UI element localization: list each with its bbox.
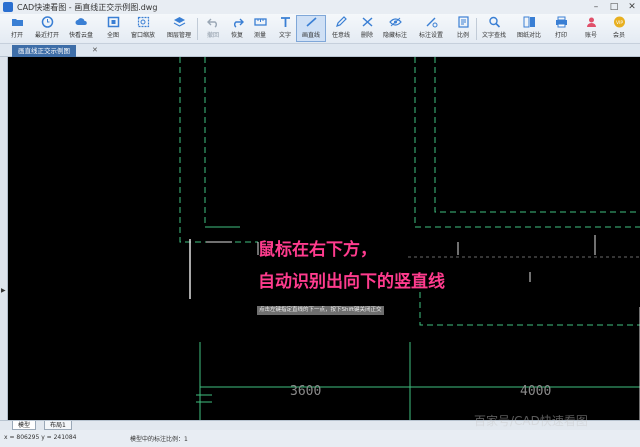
svg-text:VIP: VIP: [615, 20, 622, 26]
close-icon[interactable]: ✕: [92, 46, 98, 54]
main-toolbar: 打开 最近打开 快看云盘 全图 窗口缩放 图层管理 撤回 恢复 测量 文字 画直…: [0, 14, 640, 44]
compare-button[interactable]: 图纸对比: [514, 16, 544, 39]
text-search-button[interactable]: 文字查找: [479, 16, 509, 39]
close-icon[interactable]: ✕: [626, 1, 638, 12]
search-icon: [488, 16, 500, 28]
title-bar: CAD快速看图 - 画直线正交示例图.dwg – □ ✕: [0, 0, 640, 14]
status-message: 模型中的标注比例：1: [130, 436, 188, 443]
cad-walls: [179, 57, 640, 420]
print-icon: [555, 16, 567, 28]
delete-icon: [362, 17, 372, 27]
scale-icon: [457, 16, 469, 28]
window-zoom-icon: [137, 16, 149, 28]
tab-layout1[interactable]: 布局1: [44, 421, 72, 430]
layers-button[interactable]: 图层管理: [164, 16, 194, 39]
recent-button[interactable]: 最近打开: [32, 16, 62, 39]
draw-line-button[interactable]: 画直线: [296, 15, 326, 42]
fullview-button[interactable]: 全图: [98, 16, 128, 39]
pencil-icon: [335, 16, 347, 27]
fit-view-icon: [107, 16, 119, 28]
document-tab-bar: 画直线正交示例图 ✕: [0, 44, 640, 57]
vip-icon: VIP: [613, 16, 625, 28]
user-icon: [586, 17, 596, 27]
command-prompt: 点击左键指定直线的下一点，按下Shift键关闭正交: [257, 306, 384, 315]
cad-white-lines: [189, 235, 640, 420]
account-button[interactable]: 账号: [576, 16, 606, 39]
overlay-annotation-line1: 鼠标在右下方，: [258, 240, 377, 260]
expand-arrow-icon[interactable]: ▶: [1, 287, 6, 294]
redo-icon: [233, 18, 244, 28]
watermark: 百家号/CAD快速看图: [474, 414, 588, 428]
tab-model[interactable]: 模型: [12, 421, 37, 430]
line-icon: [305, 17, 317, 27]
toolbar-separator: [476, 18, 477, 40]
minimize-icon[interactable]: –: [590, 1, 602, 12]
hide-annotation-button[interactable]: 隐藏标注: [380, 16, 410, 39]
delete-button[interactable]: 删除: [352, 16, 382, 39]
text-icon: [280, 17, 290, 27]
drawing-canvas[interactable]: 鼠标在右下方， 自动识别出向下的竖直线 点击左键指定直线的下一点，按下Shift…: [0, 57, 640, 420]
folder-icon: [11, 19, 23, 26]
measure-icon: [253, 18, 267, 26]
window-zoom-button[interactable]: 窗口缩放: [128, 16, 158, 39]
clock-icon: [41, 16, 53, 28]
maximize-icon[interactable]: □: [608, 1, 620, 12]
vip-button[interactable]: VIP 会员: [604, 16, 634, 39]
eye-icon: [388, 17, 402, 27]
open-button[interactable]: 打开: [2, 16, 32, 39]
dimension-label: 3600: [290, 384, 322, 399]
left-panel-edge[interactable]: ▶: [0, 57, 8, 420]
coordinate-readout: x = 806295 y = 241084: [4, 434, 77, 441]
overlay-annotation-line2: 自动识别出向下的竖直线: [258, 272, 445, 292]
annotation-settings-button[interactable]: 标注设置: [416, 16, 446, 39]
app-logo-icon: [3, 2, 13, 12]
cloud-icon: [75, 18, 87, 25]
tab-document[interactable]: 画直线正交示例图: [12, 45, 76, 57]
layers-icon: [173, 17, 185, 27]
print-button[interactable]: 打印: [546, 16, 576, 39]
annotation-settings-icon: [426, 17, 437, 28]
status-bar: x = 806295 y = 241084 模型中的标注比例：1: [0, 430, 640, 447]
dimension-label: 4000: [520, 384, 552, 399]
window-title: CAD快速看图 - 画直线正交示例图.dwg: [17, 2, 158, 12]
window-controls: – □ ✕: [590, 1, 638, 12]
scale-button[interactable]: 比例: [448, 16, 478, 39]
compare-icon: [523, 16, 535, 28]
cloud-button[interactable]: 快看云盘: [66, 16, 96, 39]
undo-icon: [206, 18, 217, 28]
